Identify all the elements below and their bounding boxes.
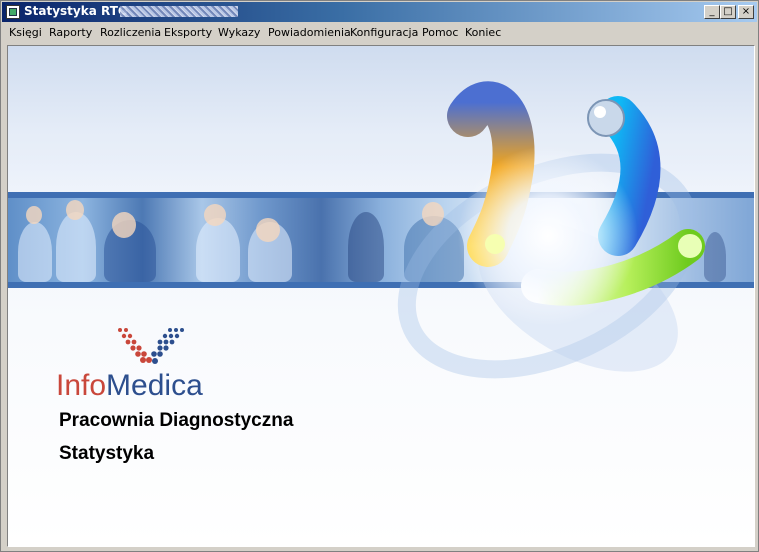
menu-ksiegi[interactable]: Księgi	[9, 26, 42, 39]
close-button[interactable]: ×	[738, 5, 754, 19]
menu-koniec[interactable]: Koniec	[465, 26, 501, 39]
maximize-button[interactable]: □	[720, 5, 736, 19]
menu-eksporty[interactable]: Eksporty	[164, 26, 212, 39]
application-name: Pracownia Diagnostyczna	[59, 410, 294, 431]
minimize-button[interactable]: _	[704, 5, 720, 19]
menu-wykazy[interactable]: Wykazy	[218, 26, 260, 39]
menu-konfiguracja[interactable]: Konfiguracja	[350, 26, 418, 39]
menu-pomoc[interactable]: Pomoc	[422, 26, 458, 39]
logo-info-text: Info	[56, 369, 107, 402]
menu-bar: Księgi Raporty Rozliczenia Eksporty Wyka…	[2, 23, 757, 43]
main-window: Statystyka RTG _ □ × Księgi Raporty Rozl…	[0, 0, 759, 552]
module-name: Statystyka	[59, 443, 155, 464]
infomedica-logo-text: InfoMedica	[56, 369, 203, 403]
logo-medica-text: Medica	[106, 369, 203, 402]
splash-screen: InfoMedica Pracownia Diagnostyczna Staty…	[7, 45, 755, 547]
infomedica-logo-mark	[118, 328, 184, 364]
window-title: Statystyka RTG	[24, 4, 128, 18]
menu-rozliczenia[interactable]: Rozliczenia	[100, 26, 161, 39]
title-bar[interactable]: Statystyka RTG _ □ ×	[2, 2, 757, 22]
decorative-swirl-graphic	[397, 81, 705, 379]
obscured-title-text	[120, 6, 238, 17]
menu-powiadomienia[interactable]: Powiadomienia	[268, 26, 351, 39]
menu-raporty[interactable]: Raporty	[49, 26, 92, 39]
app-window-icon[interactable]	[6, 5, 20, 19]
